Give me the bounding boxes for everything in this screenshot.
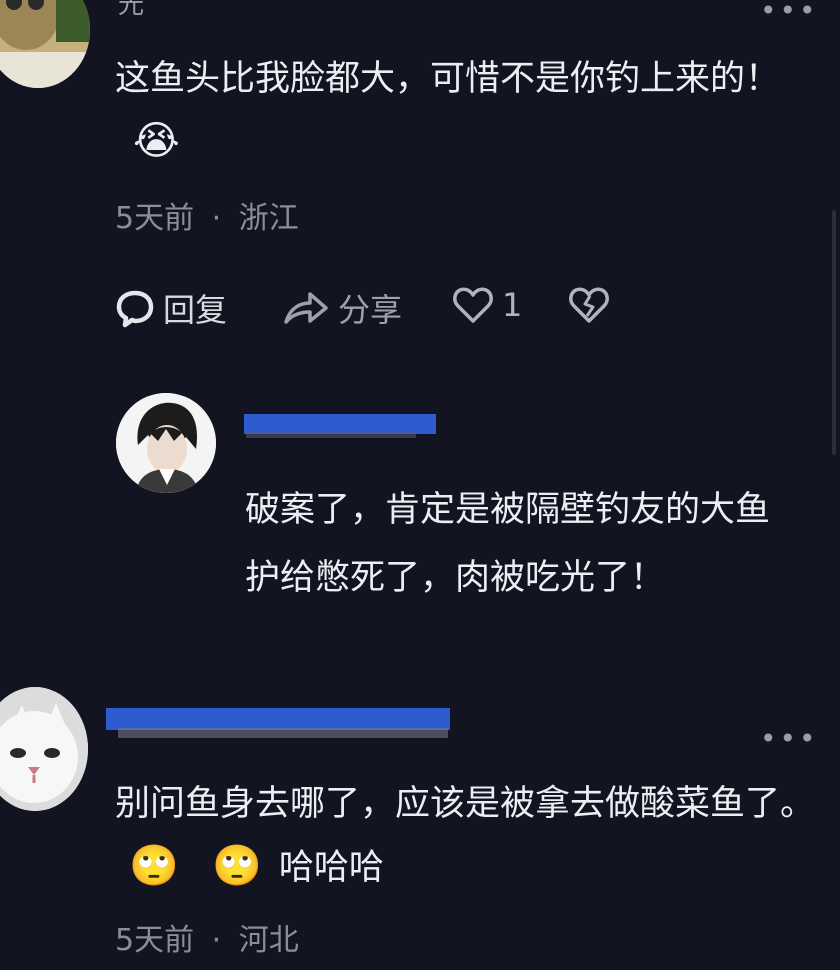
reply-button[interactable]: 回复 [115,285,227,331]
share-button[interactable]: 分享 [282,285,402,331]
location: 河北 [238,923,299,958]
more-options-icon[interactable]: ••• [760,722,819,755]
broken-heart-icon [569,287,609,323]
comment-text: 别问鱼身去哪了，应该是被拿去做酸菜鱼了。 🙄 🙄 哈哈哈 [115,784,816,889]
comment-meta: 5天前 · 浙江 [115,201,299,236]
username-residue [246,432,416,438]
like-button[interactable]: 1 [452,285,522,325]
avatar[interactable] [0,0,90,88]
avatar[interactable] [0,687,88,811]
more-options-icon[interactable]: ••• [760,0,819,27]
timestamp: 5天前 [115,201,195,236]
crying-emoji-icon: 😭 [133,118,180,164]
reply-text: 破案了，肯定是被隔壁钓友的大鱼护给憋死了，肉被吃光了！ [245,490,771,598]
heart-icon [453,287,493,323]
share-arrow-icon [284,292,328,324]
avatar[interactable] [116,393,216,493]
username-redaction [106,708,450,730]
username-residue [118,728,448,738]
comment-bubble-icon [116,290,154,328]
username-redaction [244,414,436,434]
location: 浙江 [238,201,299,236]
scrollbar[interactable] [832,210,836,455]
comment-text: 这鱼头比我脸都大，可惜不是你钓上来的！ 😭 [115,59,781,164]
username-partial: 光 [118,0,145,20]
comment-meta: 5天前 · 河北 [115,923,299,958]
eye-roll-emoji-icon: 🙄 [129,843,179,889]
timestamp: 5天前 [115,923,195,958]
dislike-button[interactable] [568,285,610,325]
eye-roll-emoji-icon: 🙄 [211,843,262,889]
